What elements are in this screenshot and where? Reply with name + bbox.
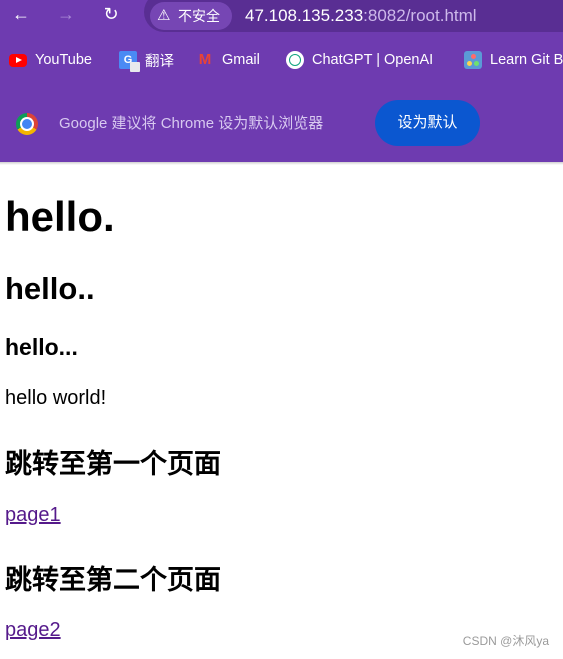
gmail-icon: M xyxy=(198,51,212,68)
set-default-button[interactable]: 设为默认 xyxy=(375,100,480,146)
url-host: 47.108.135.233 xyxy=(245,6,364,25)
bookmark-label: Learn Git B xyxy=(490,52,563,68)
heading-h1: hello. xyxy=(5,193,115,240)
chatgpt-icon xyxy=(286,51,304,69)
page2-link[interactable]: page2 xyxy=(5,619,61,642)
url-text[interactable]: 47.108.135.233:8082/root.html xyxy=(245,2,477,30)
address-bar[interactable]: ⚠ 不安全 47.108.135.233:8082/root.html xyxy=(144,0,563,32)
bookmark-learn-git[interactable]: Learn Git B xyxy=(464,44,563,76)
bookmark-label: ChatGPT | OpenAI xyxy=(312,52,434,68)
csdn-watermark: CSDN @沐风ya xyxy=(462,634,549,648)
chrome-logo-icon xyxy=(16,113,38,135)
youtube-icon xyxy=(9,53,27,67)
learn-git-icon xyxy=(464,51,482,69)
bookmark-label: 翻译 xyxy=(145,53,174,70)
default-browser-infobar: Google 建议将 Chrome 设为默认浏览器 设为默认 xyxy=(0,86,563,162)
bookmark-chatgpt[interactable]: ChatGPT | OpenAI xyxy=(286,44,433,76)
heading-h2: hello.. xyxy=(5,271,95,306)
page1-link[interactable]: page1 xyxy=(5,504,61,527)
back-button[interactable]: ← xyxy=(9,2,33,26)
bookmark-label: Gmail xyxy=(222,52,260,68)
bookmark-youtube[interactable]: YouTube xyxy=(9,44,92,76)
heading-h3: hello... xyxy=(5,334,78,360)
warning-triangle-icon: ⚠ xyxy=(157,7,171,24)
section2-heading: 跳转至第二个页面 xyxy=(5,565,221,595)
bookmark-label: YouTube xyxy=(35,52,92,68)
bookmark-translate[interactable]: G 翻译 xyxy=(119,44,174,76)
url-path: :8082/root.html xyxy=(363,6,477,25)
section1-heading: 跳转至第一个页面 xyxy=(5,449,221,479)
bookmark-gmail[interactable]: M Gmail xyxy=(196,44,260,76)
translate-icon: G xyxy=(119,51,140,72)
forward-button[interactable]: → xyxy=(54,2,78,26)
reload-button[interactable]: ↻ xyxy=(99,2,123,26)
site-security-chip[interactable]: ⚠ 不安全 xyxy=(150,2,232,30)
paragraph: hello world! xyxy=(5,387,107,409)
browser-toolbar: ← → ↻ ⚠ 不安全 47.108.135.233:8082/root.htm… xyxy=(0,0,563,32)
toolbar-shadow xyxy=(0,162,563,165)
browser-chrome: ← → ↻ ⚠ 不安全 47.108.135.233:8082/root.htm… xyxy=(0,0,563,162)
infobar-message: Google 建议将 Chrome 设为默认浏览器 xyxy=(59,115,324,132)
bookmarks-bar: YouTube G 翻译 M Gmail ChatGPT | OpenAI Le… xyxy=(0,44,563,76)
security-label: 不安全 xyxy=(178,8,220,24)
